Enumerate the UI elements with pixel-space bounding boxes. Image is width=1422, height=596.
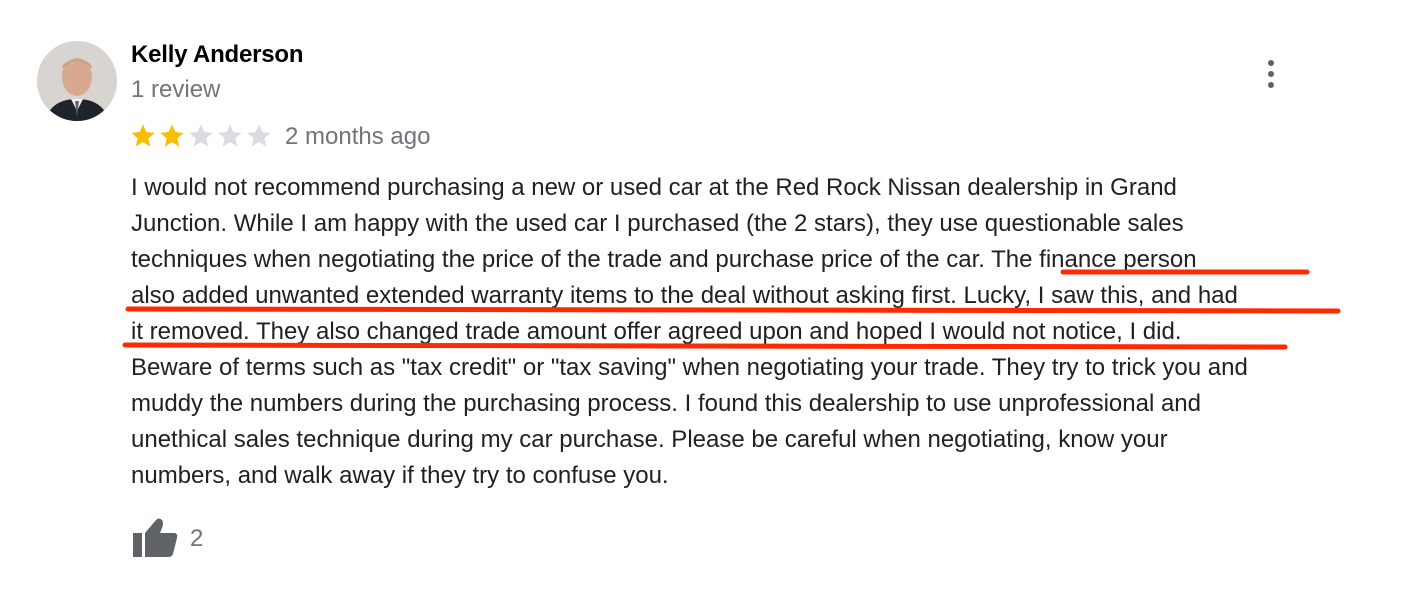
like-count: 2 [190,525,204,552]
avatar[interactable] [37,41,117,121]
like-button[interactable] [131,515,179,559]
star-filled-icon [131,124,155,147]
review-text-line: muddy the numbers during the purchasing … [131,390,1201,417]
star-filled-icon [160,124,184,147]
reviewer-name[interactable]: Kelly Anderson [131,41,304,69]
star-empty-icon [247,124,271,147]
more-options-button[interactable] [1255,56,1287,92]
more-vert-icon [1268,60,1274,88]
star-empty-icon [218,124,242,147]
review-date: 2 months ago [285,123,431,150]
review-text-line: numbers, and walk away if they try to co… [131,462,669,489]
review-text-line: Beware of terms such as "tax credit" or … [131,354,1248,381]
star-rating [129,122,273,150]
review-text-line: also added unwanted extended warranty it… [131,282,1238,309]
review-text-line: unethical sales technique during my car … [131,426,1168,453]
avatar-photo [37,41,117,121]
review-text-line: techniques when negotiating the price of… [131,246,1197,273]
review-text: I would not recommend purchasing a new o… [131,170,1361,494]
review-text-line: I would not recommend purchasing a new o… [131,174,1177,201]
review-text-line: it removed. They also changed trade amou… [131,318,1182,345]
star-empty-icon [189,124,213,147]
reviewer-review-count[interactable]: 1 review [131,76,220,104]
thumbs-up-icon [133,518,178,557]
review-text-line: Junction. While I am happy with the used… [131,210,1184,237]
